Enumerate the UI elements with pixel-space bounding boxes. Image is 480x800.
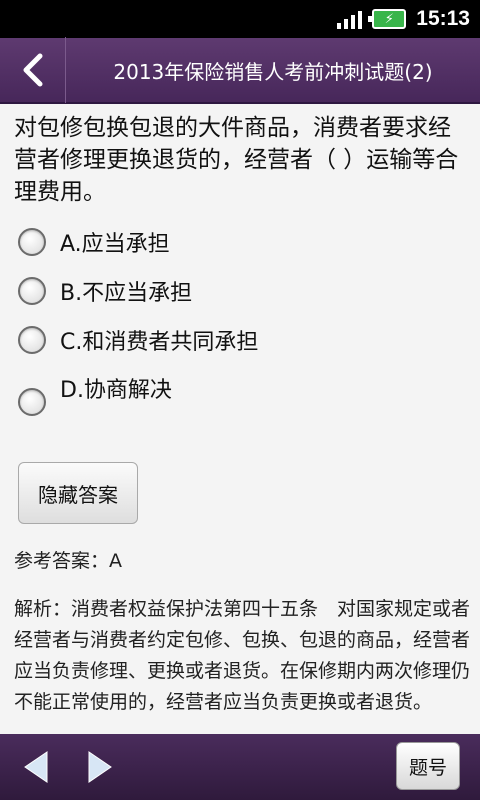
bottom-toolbar: 题号 bbox=[0, 734, 480, 800]
option-d[interactable]: D.协商解决 bbox=[18, 374, 172, 416]
signal-icon bbox=[337, 9, 363, 29]
radio-button-d[interactable] bbox=[18, 388, 46, 416]
question-number-button[interactable]: 题号 bbox=[396, 742, 460, 790]
option-c[interactable]: C.和消费者共同承担 bbox=[18, 324, 258, 356]
option-b[interactable]: B.不应当承担 bbox=[18, 275, 192, 307]
status-bar: ⚡ 15:13 bbox=[0, 0, 480, 38]
app-header: 2013年保险销售人考前冲刺试题(2) bbox=[0, 37, 480, 104]
question-text: 对包修包换包退的大件商品，消费者要求经营者修理更换退货的，经营者（ ）运输等合理… bbox=[14, 115, 459, 205]
question-content: 对包修包换包退的大件商品，消费者要求经营者修理更换退货的，经营者（ ）运输等合理… bbox=[0, 106, 480, 734]
page-title: 2013年保险销售人考前冲刺试题(2) bbox=[113, 59, 433, 84]
previous-question-button[interactable] bbox=[16, 747, 56, 787]
radio-button-c[interactable] bbox=[18, 326, 46, 354]
option-label-c: C.和消费者共同承担 bbox=[60, 330, 259, 355]
battery-charging-icon: ⚡ bbox=[368, 9, 407, 29]
chevron-left-icon bbox=[23, 53, 42, 87]
reference-answer: 参考答案：A bbox=[14, 550, 122, 572]
radio-button-a[interactable] bbox=[18, 228, 46, 256]
next-question-button[interactable] bbox=[80, 747, 120, 787]
arrow-left-icon bbox=[24, 751, 48, 783]
option-label-d: D.协商解决 bbox=[60, 378, 172, 403]
radio-button-b[interactable] bbox=[18, 277, 46, 305]
arrow-right-icon bbox=[88, 751, 112, 783]
option-label-a: A.应当承担 bbox=[60, 232, 170, 257]
status-time: 15:13 bbox=[416, 7, 470, 30]
option-a[interactable]: A.应当承担 bbox=[18, 226, 170, 258]
option-label-b: B.不应当承担 bbox=[60, 281, 193, 306]
back-button[interactable] bbox=[0, 37, 66, 103]
hide-answer-button[interactable]: 隐藏答案 bbox=[18, 462, 138, 524]
answer-analysis: 解析：消费者权益保护法第四十五条 对国家规定或者经营者与消费者约定包修、包换、包… bbox=[14, 598, 471, 713]
